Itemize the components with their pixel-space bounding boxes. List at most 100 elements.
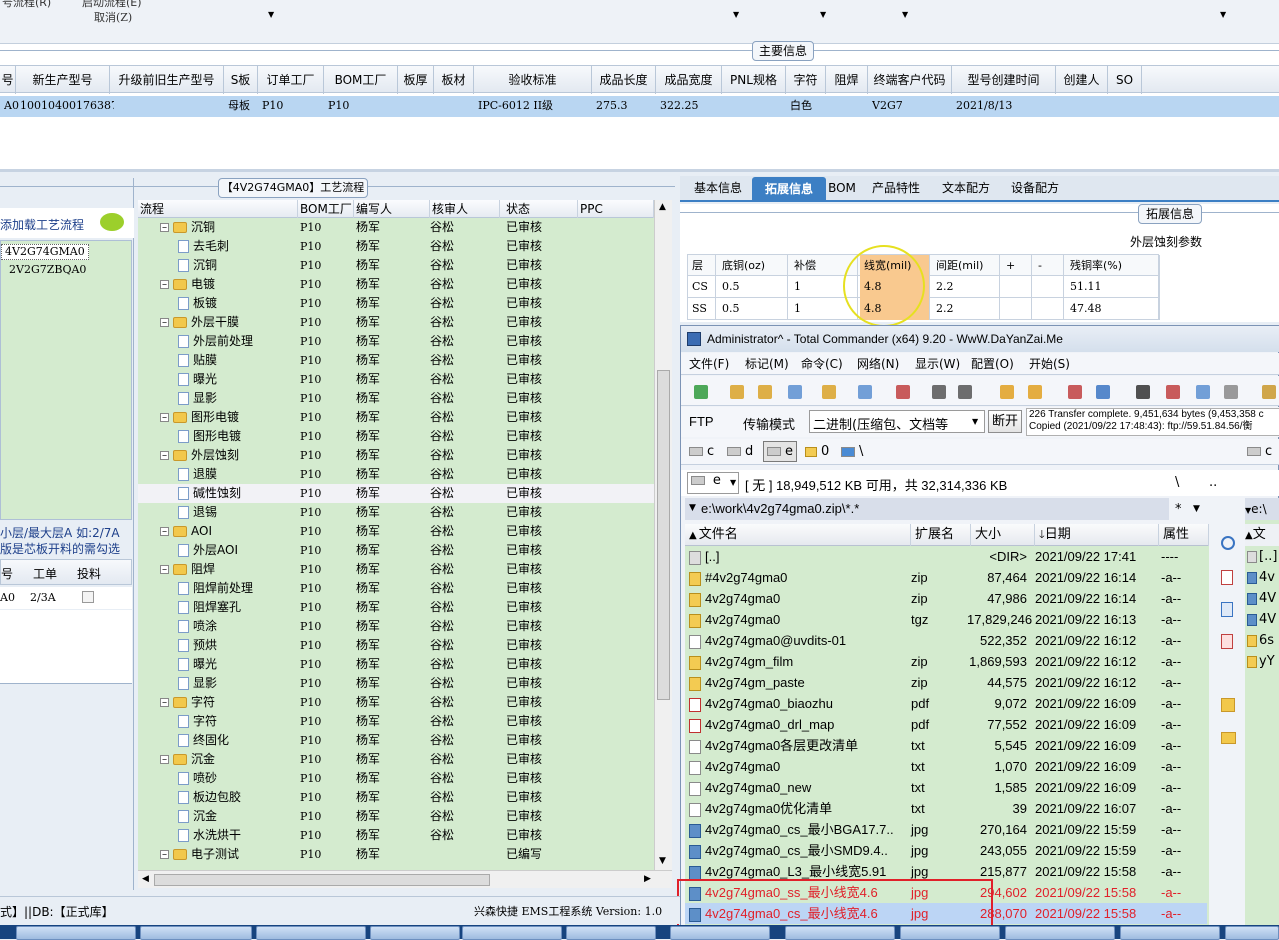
hscroll-thumb[interactable]: [154, 874, 490, 886]
tab-2[interactable]: BOM: [826, 176, 858, 200]
tree-view-icon[interactable]: [817, 380, 839, 402]
forward-icon[interactable]: [953, 380, 975, 402]
transfer-mode-select[interactable]: 二进制(压缩包、文档等 ▼: [809, 410, 985, 433]
flow-row[interactable]: 水洗烘干 P10 杨军 谷松 已审核: [138, 826, 654, 845]
sync-icon[interactable]: [1191, 380, 1213, 402]
detail-view-icon[interactable]: [753, 380, 775, 402]
flow-row[interactable]: − 外层蚀刻 P10 杨军 谷松 已审核: [138, 446, 654, 465]
file-row[interactable]: 4v2g74gma0_biaozhu pdf 9,072 2021/09/22 16:…: [685, 693, 1207, 714]
file-row[interactable]: 4v2g74gma0_cs_最小SMD9.4.. jpg 243,055 2021/0…: [685, 840, 1207, 861]
search-icon[interactable]: [1221, 536, 1235, 550]
model-item-1[interactable]: 4V2G74GMA0: [1, 244, 89, 260]
flow-row[interactable]: 显影 P10 杨军 谷松 已审核: [138, 389, 654, 408]
tab-3[interactable]: 产品特性: [864, 176, 928, 200]
drive-c[interactable]: c: [689, 444, 714, 459]
flow-row[interactable]: − 图形电镀 P10 杨军 谷松 已审核: [138, 408, 654, 427]
right-item[interactable]: 4V: [1247, 588, 1276, 609]
flow-row[interactable]: 贴膜 P10 杨军 谷松 已审核: [138, 351, 654, 370]
dropdown-arrow-icon[interactable]: ▼: [733, 10, 739, 19]
menu-item-cancel[interactable]: 取消(Z): [94, 9, 132, 25]
collapse-toggle-icon[interactable]: −: [160, 527, 169, 536]
right-item[interactable]: 4v: [1247, 567, 1275, 588]
tc-col-header[interactable]: 大小: [971, 524, 1035, 546]
file-row[interactable]: 4v2g74gma0@uvdits-01 522,352 2021/09/22 16…: [685, 630, 1207, 651]
collapse-toggle-icon[interactable]: −: [160, 451, 169, 460]
add-flow-bar[interactable]: 添加载工艺流程: [0, 208, 134, 238]
collapse-toggle-icon[interactable]: −: [160, 755, 169, 764]
file-row[interactable]: 4v2g74gma0 txt 1,070 2021/09/22 16:09 -a--: [685, 756, 1207, 777]
tc-menu-item[interactable]: 文件(F): [689, 355, 729, 374]
flow-row[interactable]: − 外层干膜 P10 杨军 谷松 已审核: [138, 313, 654, 332]
refresh-icon[interactable]: [689, 380, 711, 402]
file-row[interactable]: 4v2g74gma0_new txt 1,585 2021/09/22 16:09 -a…: [685, 777, 1207, 798]
right-drive-c[interactable]: c: [1247, 444, 1272, 459]
taskbar-button[interactable]: [785, 926, 895, 940]
tc-menu-item[interactable]: 网络(N): [857, 355, 899, 374]
flow-row[interactable]: 喷涂 P10 杨军 谷松 已审核: [138, 617, 654, 636]
taskbar-button[interactable]: [462, 926, 562, 940]
taskbar-button[interactable]: [256, 926, 366, 940]
tc-col-header[interactable]: ▲ 文件名: [685, 524, 911, 546]
gift-icon[interactable]: [1221, 698, 1235, 712]
tc-col-header[interactable]: 🡓日期: [1035, 524, 1159, 546]
flow-vscroll[interactable]: ▲ ▼: [654, 200, 672, 870]
dropdown-arrow-icon[interactable]: ▼: [1220, 10, 1226, 19]
back-icon[interactable]: [927, 380, 949, 402]
flow-row[interactable]: 预烘 P10 杨军 谷松 已审核: [138, 636, 654, 655]
zip-unpack-icon[interactable]: [1023, 380, 1045, 402]
settings-icon[interactable]: [1257, 380, 1279, 402]
model-item-2[interactable]: 2V2G7ZBQA0: [9, 263, 86, 276]
menu-item-flow[interactable]: 号流程(R): [2, 0, 51, 10]
filter-star[interactable]: *: [1175, 502, 1182, 517]
drive-e[interactable]: e: [763, 441, 797, 462]
right-item[interactable]: 4V: [1247, 609, 1276, 630]
chat-bubble-icon[interactable]: [100, 213, 124, 231]
flow-row[interactable]: − 沉铜 P10 杨军 谷松 已审核: [138, 218, 654, 237]
scroll-up-icon[interactable]: ▲: [659, 202, 666, 212]
ext-row[interactable]: SS 0.5 1 4.8 2.2 47.48: [687, 298, 1160, 320]
flow-row[interactable]: 终固化 P10 杨军 谷松 已审核: [138, 731, 654, 750]
flow-row[interactable]: 阻焊塞孔 P10 杨军 谷松 已审核: [138, 598, 654, 617]
flow-row[interactable]: 曝光 P10 杨军 谷松 已审核: [138, 370, 654, 389]
scroll-thumb[interactable]: [657, 370, 670, 700]
tab-0[interactable]: 基本信息: [684, 176, 752, 200]
add-flow-label[interactable]: 添加载工艺流程: [0, 216, 84, 233]
tc-path-bar[interactable]: ▼ e:\work\4v2g74gma0.zip\*.*: [685, 498, 1169, 520]
taskbar-button[interactable]: [670, 926, 770, 940]
flow-row[interactable]: 板镀 P10 杨军 谷松 已审核: [138, 294, 654, 313]
tc-menu-item[interactable]: 命令(C): [801, 355, 843, 374]
rename-icon[interactable]: [1161, 380, 1183, 402]
taskbar-button[interactable]: [16, 926, 136, 940]
collapse-toggle-icon[interactable]: −: [160, 413, 169, 422]
collapse-toggle-icon[interactable]: −: [160, 565, 169, 574]
tc-menu-item[interactable]: 配置(O): [971, 355, 1014, 374]
collapse-toggle-icon[interactable]: −: [160, 280, 169, 289]
tc-col-header[interactable]: 属性: [1159, 524, 1209, 546]
tc-col-header[interactable]: 扩展名: [911, 524, 971, 546]
flow-row[interactable]: 图形电镀 P10 杨军 谷松 已审核: [138, 427, 654, 446]
find-icon[interactable]: [1131, 380, 1153, 402]
right-path[interactable]: ▼e:\: [1245, 498, 1279, 520]
ftp-url-icon[interactable]: [1091, 380, 1113, 402]
flow-row[interactable]: − AOI P10 杨军 谷松 已审核: [138, 522, 654, 541]
flow-row[interactable]: 沉铜 P10 杨军 谷松 已审核: [138, 256, 654, 275]
dropdown-arrow-icon[interactable]: ▼: [820, 10, 826, 19]
workorder-row[interactable]: A0 2/3A: [0, 587, 132, 609]
zip-pack-icon[interactable]: [995, 380, 1017, 402]
flow-row[interactable]: − 沉金 P10 杨军 谷松 已审核: [138, 750, 654, 769]
taskbar-button[interactable]: [1225, 926, 1279, 940]
collapse-toggle-icon[interactable]: −: [160, 318, 169, 327]
right-item[interactable]: [..]: [1247, 546, 1277, 567]
scroll-left-icon[interactable]: ◀: [142, 874, 149, 884]
disconnect-button[interactable]: 断开: [988, 410, 1022, 433]
ftp-connect-icon[interactable]: [1063, 380, 1085, 402]
main-info-row[interactable]: A0 10010400176387 母板 P10 P10 IPC-6012 II级 275.…: [0, 96, 1279, 117]
collapse-toggle-icon[interactable]: −: [160, 223, 169, 232]
chevron-down-icon[interactable]: ▼: [1193, 504, 1200, 514]
dropdown-arrow-icon[interactable]: ▼: [902, 10, 908, 19]
tc-titlebar[interactable]: Administrator^ - Total Commander (x64) 9…: [681, 326, 1279, 352]
flow-row[interactable]: 板边包胶 P10 杨军 谷松 已审核: [138, 788, 654, 807]
new-folder-icon[interactable]: [1221, 732, 1236, 744]
tc-menu-item[interactable]: 标记(M): [745, 355, 789, 374]
dropdown-arrow-icon[interactable]: ▼: [268, 10, 274, 19]
